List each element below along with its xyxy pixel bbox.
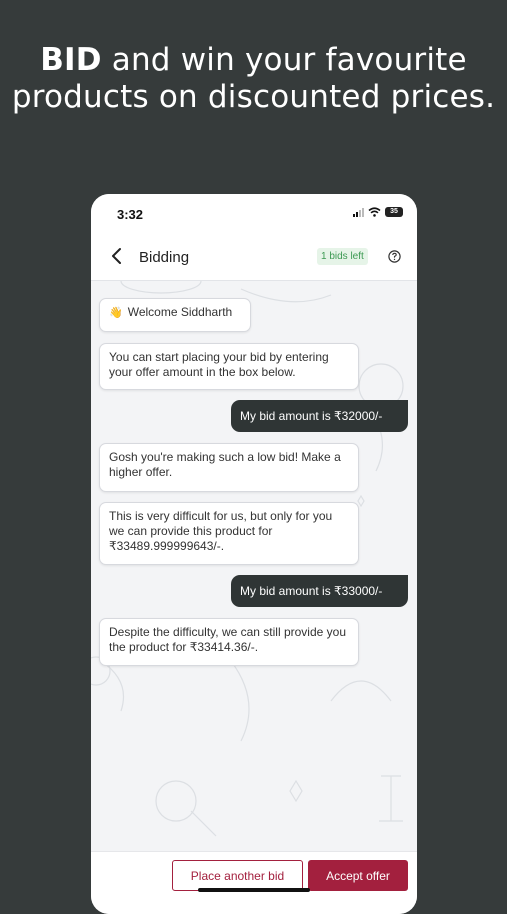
status-time: 3:32: [117, 207, 144, 222]
bids-left-badge: 1 bids left: [317, 248, 368, 265]
bottom-actions: Place another bid Accept offer: [91, 851, 417, 914]
message-user-bid-2: My bid amount is ₹33000/-: [231, 575, 408, 607]
message-user-bid-1: My bid amount is ₹32000/-: [231, 400, 408, 432]
chat-area[interactable]: 👋 Welcome Siddharth You can start placing…: [91, 281, 417, 851]
message-text: You can start placing your bid by enteri…: [109, 350, 329, 379]
battery-icon: 35: [385, 207, 403, 217]
headline-bold: BID: [40, 42, 102, 78]
message-welcome: 👋 Welcome Siddharth: [99, 298, 251, 332]
place-another-bid-button[interactable]: Place another bid: [172, 860, 303, 891]
status-icons: 35: [353, 207, 403, 217]
message-text: My bid amount is ₹33000/-: [240, 584, 383, 598]
signal-icon: [353, 207, 364, 217]
message-text: Gosh you're making such a low bid! Make …: [109, 450, 341, 479]
status-bar: 3:32 35: [91, 194, 417, 234]
message-low-bid: Gosh you're making such a low bid! Make …: [99, 443, 359, 492]
promo-headline: BID and win your favourite products on d…: [0, 42, 507, 116]
phone-screen: 3:32 35 Bidding 1 bids left 👋 Welcome Si…: [91, 194, 417, 914]
message-counter-offer-1: This is very difficult for us, but only …: [99, 502, 359, 565]
message-counter-offer-2: Despite the difficulty, we can still pro…: [99, 618, 359, 666]
message-text: Welcome Siddharth: [127, 305, 233, 319]
message-text: My bid amount is ₹32000/-: [240, 409, 383, 423]
chevron-left-icon[interactable]: [109, 246, 125, 266]
message-text: Despite the difficulty, we can still pro…: [109, 625, 347, 654]
home-indicator: [198, 888, 310, 892]
question-circle-icon[interactable]: [388, 250, 401, 263]
message-text: This is very difficult for us, but only …: [109, 509, 333, 553]
wifi-icon: [368, 207, 381, 217]
message-instructions: You can start placing your bid by enteri…: [99, 343, 359, 390]
page-title: Bidding: [139, 249, 190, 266]
app-bar: Bidding 1 bids left: [91, 234, 417, 281]
wave-emoji: 👋: [109, 307, 123, 319]
accept-offer-button[interactable]: Accept offer: [308, 860, 408, 891]
